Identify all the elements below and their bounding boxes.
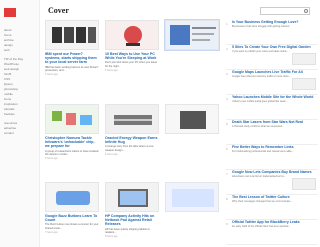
list-item[interactable]: 3 Google Maps Launches Live Traffic For … — [226, 70, 318, 95]
article-meta: 7 hours ago — [45, 230, 58, 234]
thumbnail-image — [114, 115, 152, 125]
list-thumbnail[interactable] — [292, 78, 316, 90]
thumbnail-image — [172, 189, 214, 207]
list-excerpt: For bookmarking professionals and casual… — [232, 150, 294, 153]
list-item[interactable]: 8 The Best Lesson of Twitter Culture Why… — [226, 195, 318, 220]
article-card[interactable]: Christopher Nomura Tackle Infowars's 'un… — [45, 104, 99, 160]
article-meta: 3 hours ago — [105, 68, 118, 72]
article-card[interactable] — [164, 19, 220, 51]
list-title[interactable]: Is Your Business Getting Enough Love? — [232, 20, 318, 24]
list-index: 4 — [226, 97, 228, 101]
list-index: 7 — [226, 172, 228, 176]
article-title[interactable]: Oracled Energy Weapon Earns Infinite Hug — [105, 136, 159, 144]
list-title[interactable]: Yahoo Launches Mobile Site for the Whole… — [232, 95, 318, 99]
list-excerpt: A Harvard study confirms what we suspect… — [232, 125, 284, 128]
list-title[interactable]: Google Now Lets Companies Buy Brand Name… — [232, 170, 318, 174]
article-thumbnail[interactable] — [165, 104, 219, 134]
sidebar-nav: about home archive design tech TIP of th… — [4, 28, 38, 136]
list-index: 1 — [226, 22, 228, 26]
article-thumbnail[interactable] — [165, 20, 219, 50]
list-title[interactable]: Official Twitter App for BlackBerry Leak… — [232, 220, 318, 224]
list-title[interactable]: 5 Sites To Create Your Own Free Digital … — [232, 45, 318, 49]
search-icon[interactable] — [304, 9, 308, 13]
sidebar: about home archive design tech TIP of th… — [0, 0, 40, 247]
article-card[interactable]: 10 Best Ways to Use Your PC While You're… — [105, 20, 159, 72]
list-item[interactable]: 1 Is Your Business Getting Enough Love? … — [226, 20, 318, 45]
article-thumbnail[interactable] — [45, 182, 99, 212]
list-item[interactable]: 2 5 Sites To Create Your Own Free Digita… — [226, 45, 318, 70]
sidebar-item[interactable]: contact — [4, 131, 38, 136]
article-title[interactable]: 10 Best Ways to Use Your PC While You're… — [105, 52, 159, 60]
article-excerpt: A strange story from the labs where a ne… — [105, 145, 154, 152]
article-title[interactable]: Christopher Nomura Tackle Infowars's 'un… — [45, 136, 99, 149]
article-card[interactable]: Oracled Energy Weapon Earns Infinite Hug… — [105, 104, 159, 156]
list-thumbnail[interactable] — [292, 178, 316, 190]
thumbnail-image — [52, 27, 96, 43]
article-thumbnail[interactable] — [165, 182, 219, 212]
article-thumbnail[interactable] — [45, 104, 99, 134]
list-excerpt: Yahoo's new mobile portal goes global th… — [232, 100, 288, 103]
article-thumbnail[interactable] — [105, 182, 159, 212]
thumbnail-image — [170, 25, 216, 45]
list-index: 5 — [226, 122, 228, 126]
list-item[interactable]: 4 Yahoo Launches Mobile Site for the Who… — [226, 95, 318, 120]
article-grid: IBM spent our Power7 systems, starts shi… — [45, 19, 225, 247]
thumbnail-image — [124, 26, 142, 46]
list-index: 6 — [226, 147, 228, 151]
article-meta: 5 hours ago — [45, 157, 58, 161]
search-box[interactable] — [260, 7, 310, 23]
article-title[interactable]: HP Company Activity Hits on Netbook Pad … — [105, 214, 159, 227]
article-title[interactable]: Google Buzz Buttons Learn To Count — [45, 214, 99, 222]
list-item[interactable]: 5 Death Star Lasers from Star Wars Not R… — [226, 120, 318, 145]
list-excerpt: Why short messages changed how we commun… — [232, 200, 293, 203]
article-excerpt: Don't just shut down your PC when you le… — [105, 61, 158, 68]
article-thumbnail[interactable] — [45, 20, 99, 50]
list-index: 8 — [226, 197, 228, 201]
article-excerpt: HP has been quietly shipping tablets to … — [105, 227, 150, 234]
article-title[interactable]: IBM spent our Power7 systems, starts shi… — [45, 52, 99, 65]
list-index: 3 — [226, 72, 228, 76]
thumbnail-image — [52, 111, 92, 125]
article-meta: 4 hours ago — [45, 73, 58, 77]
article-meta: 8 hours ago — [105, 235, 118, 239]
list-item[interactable]: 9 Official Twitter App for BlackBerry Le… — [226, 220, 318, 245]
list-index: 2 — [226, 47, 228, 51]
thumbnail-image — [118, 189, 148, 207]
article-card[interactable]: IBM spent our Power7 systems, starts shi… — [45, 20, 99, 76]
article-excerpt: The Buzz button now shows a counter for … — [45, 223, 99, 230]
article-meta: 6 hours ago — [105, 152, 118, 156]
page-title: Cover — [48, 6, 69, 15]
list-index: 9 — [226, 222, 228, 226]
list-title[interactable]: Five Better Ways to Remember Links — [232, 145, 318, 149]
article-excerpt: A group of researchers claims to have cr… — [45, 149, 99, 156]
article-card[interactable] — [165, 104, 219, 134]
list-excerpt: An early build of the official client ha… — [232, 225, 291, 228]
thumbnail-image — [56, 191, 90, 205]
article-card[interactable]: Google Buzz Buttons Learn To Count The B… — [45, 182, 99, 234]
list-title[interactable]: The Best Lesson of Twitter Culture — [232, 195, 318, 199]
list-title[interactable]: Google Maps Launches Live Traffic For Al… — [232, 70, 318, 74]
list-thumbnail[interactable] — [292, 53, 316, 65]
list-item[interactable]: 6 Five Better Ways to Remember Links For… — [226, 145, 318, 170]
top-stories-list: 1 Is Your Business Getting Enough Love? … — [226, 20, 318, 245]
article-excerpt: IBM has been working hard on its new Pow… — [45, 65, 99, 72]
article-card[interactable] — [165, 182, 219, 212]
list-title[interactable]: Death Star Lasers from Star Wars Not Rea… — [232, 120, 318, 124]
list-item[interactable]: 7 Google Now Lets Companies Buy Brand Na… — [226, 170, 318, 195]
article-thumbnail[interactable] — [105, 20, 159, 50]
article-thumbnail[interactable] — [105, 104, 159, 134]
article-card[interactable]: HP Company Activity Hits on Netbook Pad … — [105, 182, 159, 238]
site-logo[interactable] — [4, 8, 16, 17]
thumbnail-image — [180, 111, 206, 129]
list-excerpt: Businesses of all sizes struggle with ge… — [232, 25, 291, 28]
